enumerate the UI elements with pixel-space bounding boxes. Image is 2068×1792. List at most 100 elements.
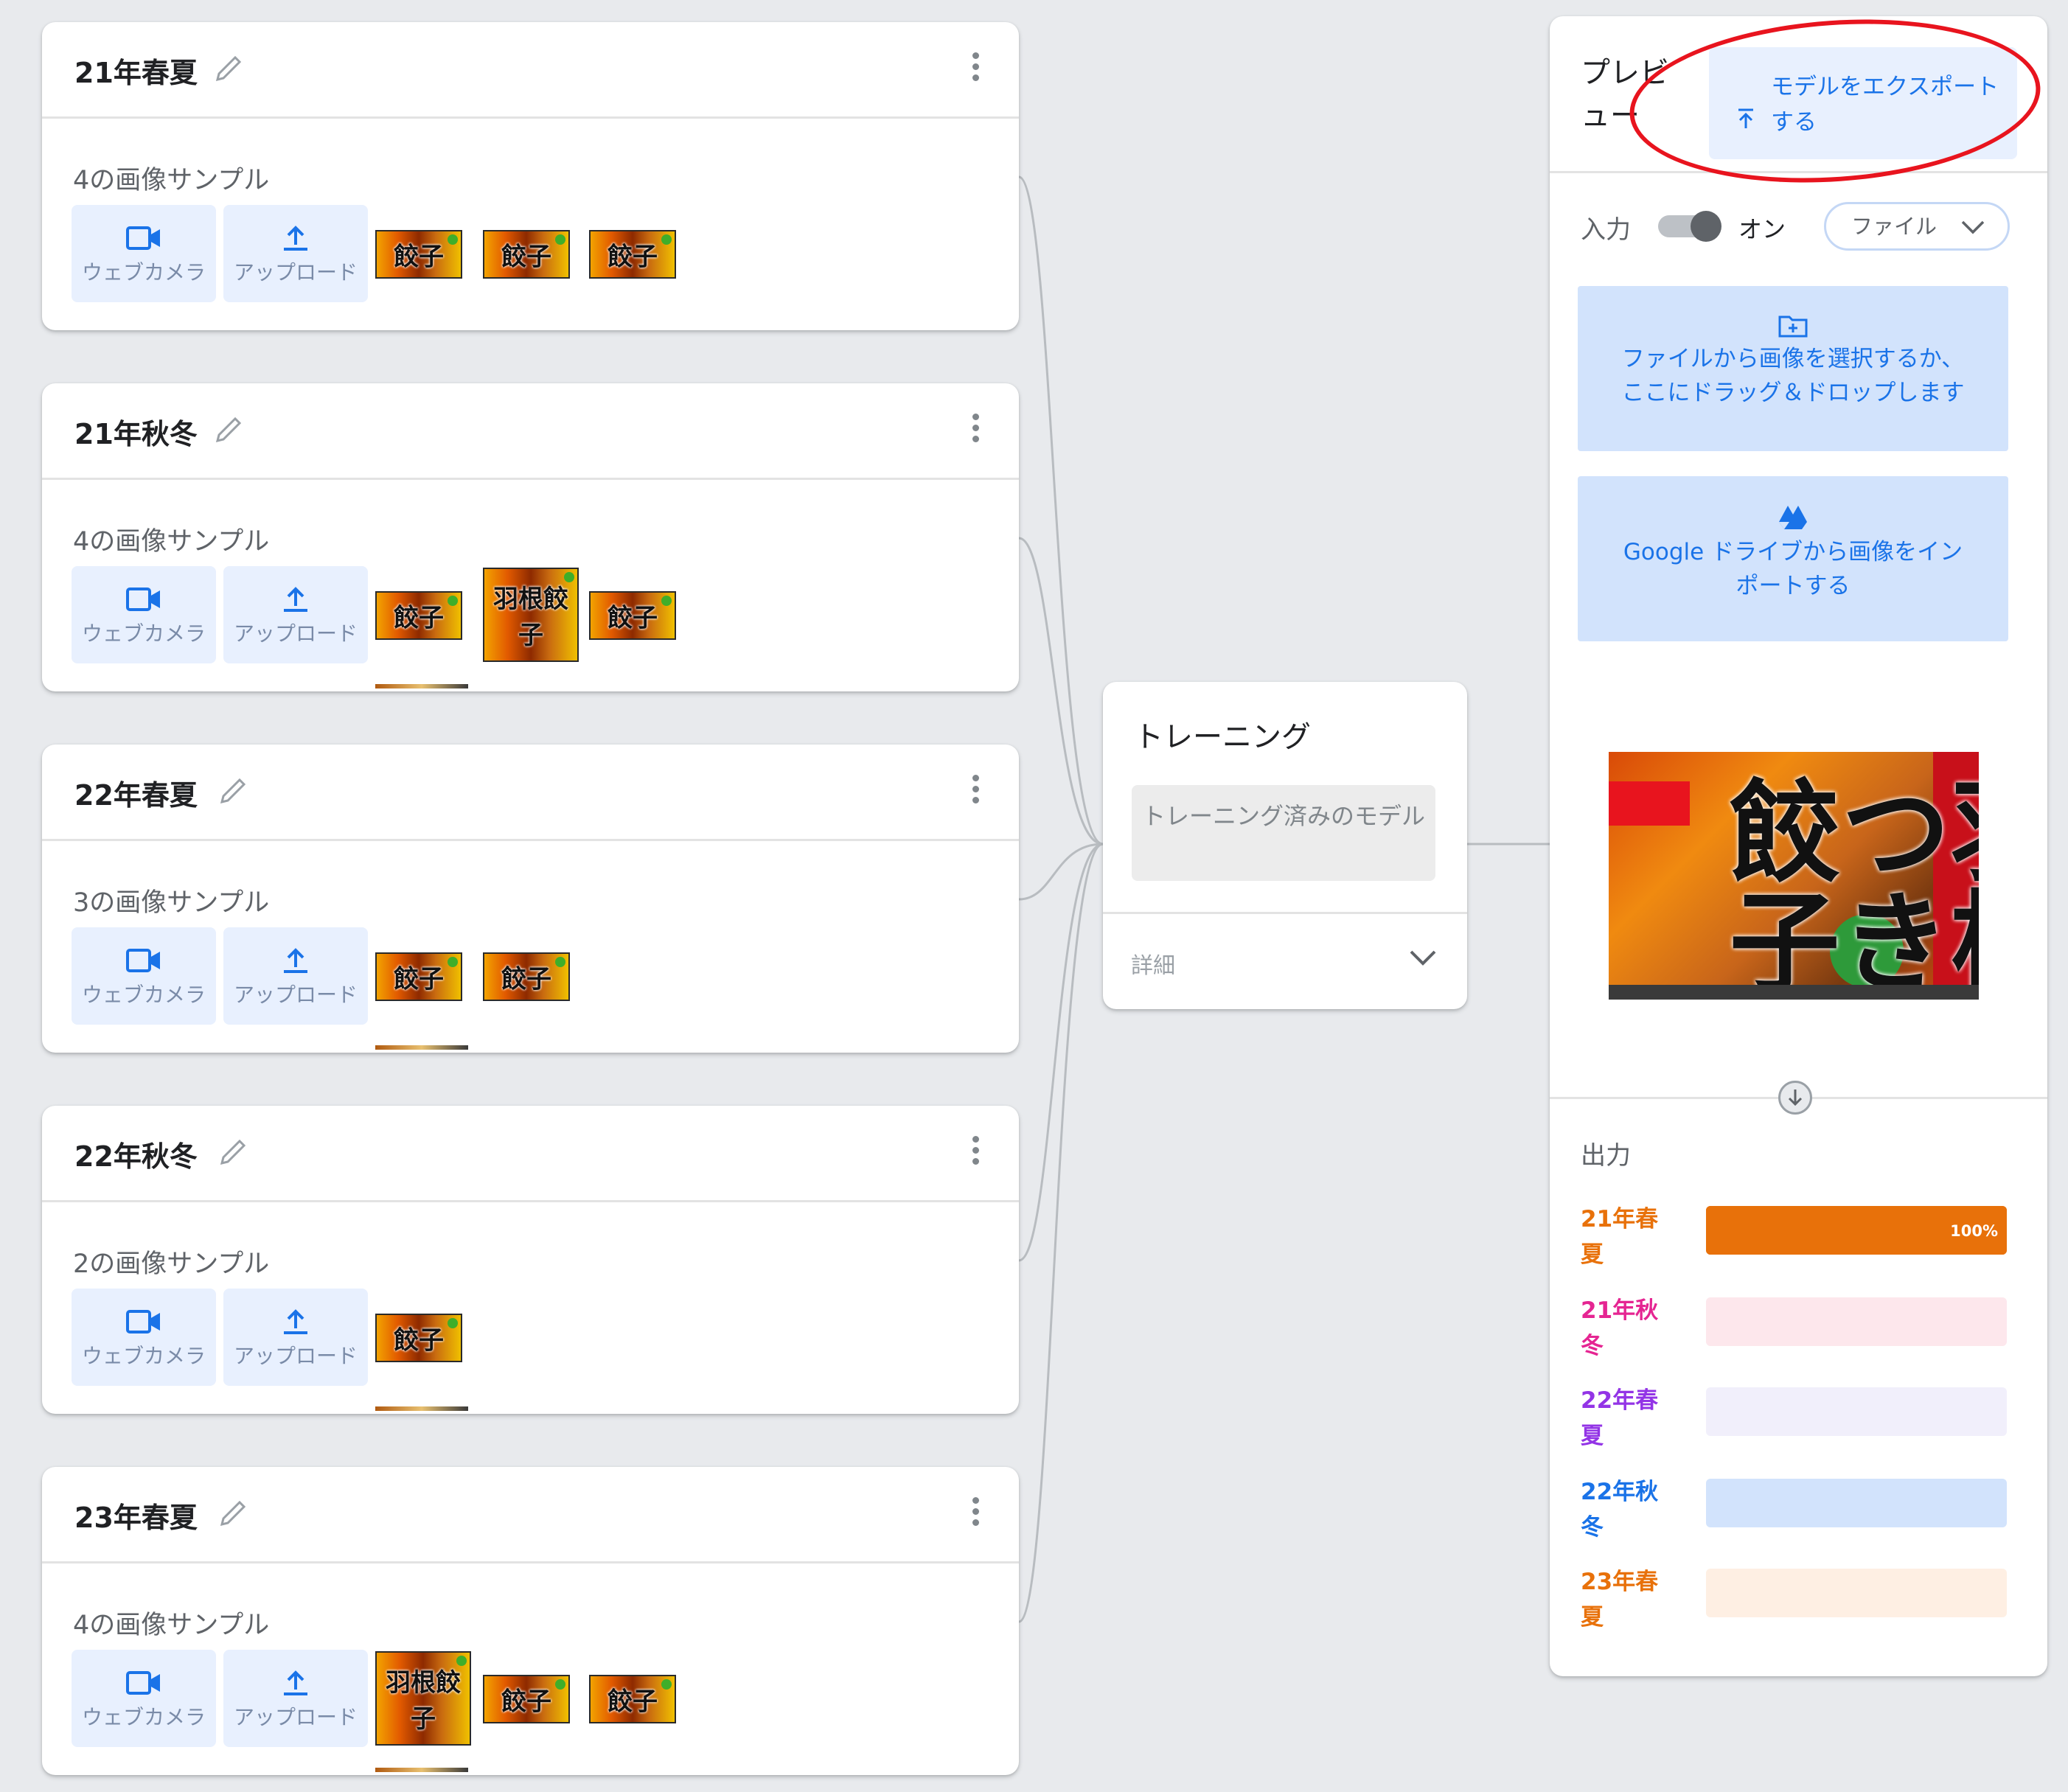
thumb-text: 餃子 <box>394 603 444 633</box>
webcam-label: ウェブカメラ <box>81 621 206 646</box>
upload-label: アップロード <box>233 1705 358 1729</box>
sample-thumbnail[interactable]: 餃子 <box>589 591 676 640</box>
thumbnail-scroll-strip <box>375 1045 468 1050</box>
sample-thumbnail[interactable]: 羽根餃子 <box>375 1651 471 1746</box>
thumb-text: 餃子 <box>394 964 444 994</box>
class-card: 23年春夏 4の画像サンプル ウェブカメラ アップロード 羽根餃子 餃子 餃子 <box>42 1467 1019 1775</box>
sample-count: 4の画像サンプル <box>73 1611 270 1640</box>
webcam-label: ウェブカメラ <box>81 260 206 285</box>
more-vert-icon[interactable] <box>970 1493 981 1538</box>
sample-count: 3の画像サンプル <box>73 888 270 918</box>
pencil-icon[interactable] <box>216 774 250 808</box>
videocam-icon <box>126 226 160 250</box>
sample-count: 4の画像サンプル <box>73 166 270 195</box>
output-class-name: 23年春夏 <box>1581 1569 1659 1631</box>
export-model-label: モデルをエクスポートする <box>1771 74 1999 136</box>
source-select-value: ファイル <box>1851 214 1938 239</box>
sample-thumbnail[interactable]: 餃子 <box>483 952 570 1001</box>
sample-thumbnail[interactable]: 餃子 <box>375 952 462 1001</box>
pencil-icon[interactable] <box>212 413 246 447</box>
sample-thumbnail[interactable]: 餃子 <box>589 230 676 279</box>
sample-thumbnail[interactable]: 餃子 <box>375 1314 462 1362</box>
sample-thumbnail[interactable]: 餃子 <box>483 230 570 279</box>
thumb-text: 餃子 <box>607 242 658 272</box>
class-card: 22年秋冬 2の画像サンプル ウェブカメラ アップロード 餃子 <box>42 1106 1019 1414</box>
upload-icon <box>284 226 307 251</box>
webcam-button[interactable]: ウェブカメラ <box>72 566 216 663</box>
more-vert-icon[interactable] <box>970 1132 981 1176</box>
upload-button[interactable]: アップロード <box>223 566 368 663</box>
class-header: 22年秋冬 <box>42 1106 1019 1202</box>
confidence-bar <box>1706 1479 2007 1527</box>
sample-thumbnail[interactable]: 餃子 <box>483 1675 570 1723</box>
class-title[interactable]: 22年春夏 <box>74 773 198 813</box>
class-title[interactable]: 22年秋冬 <box>74 1134 198 1174</box>
sample-thumbnail[interactable]: 餃子 <box>375 591 462 640</box>
webcam-button[interactable]: ウェブカメラ <box>72 927 216 1025</box>
preview-panel: プレビュー モデルをエクスポートする 入力 オン ファイル ファイルから画像を選… <box>1550 16 2047 1676</box>
output-class-name: 21年春夏 <box>1581 1206 1659 1268</box>
input-toggle[interactable] <box>1658 211 1721 242</box>
drive-import-button[interactable]: Google ドライブから画像をインポートする <box>1578 476 2008 641</box>
class-title[interactable]: 23年春夏 <box>74 1495 198 1535</box>
upload-arrow-icon <box>1738 108 1753 128</box>
pencil-icon[interactable] <box>216 1135 250 1169</box>
thumb-text: 餃子 <box>394 1325 444 1356</box>
videocam-icon <box>126 1310 160 1333</box>
more-vert-icon[interactable] <box>970 410 981 454</box>
upload-button[interactable]: アップロード <box>223 927 368 1025</box>
webcam-label: ウェブカメラ <box>81 983 206 1007</box>
thumb-text: 餃子 <box>394 242 444 272</box>
class-header: 23年春夏 <box>42 1467 1019 1563</box>
thumb-text: 羽根餃子 <box>493 585 568 650</box>
class-title[interactable]: 21年秋冬 <box>74 411 198 452</box>
thumb-text: 羽根餃子 <box>386 1668 461 1734</box>
train-model-button[interactable]: トレーニング済みのモデル <box>1132 785 1435 881</box>
class-card: 22年春夏 3の画像サンプル ウェブカメラ アップロード 餃子 餃子 <box>42 745 1019 1053</box>
sample-thumbnail[interactable]: 羽根餃子 <box>483 568 579 662</box>
image-bottom-bar <box>1609 985 1979 1000</box>
image-product-text: 羽根つき餃子 <box>1710 774 1979 995</box>
more-vert-icon[interactable] <box>970 771 981 815</box>
input-label: 入力 <box>1581 215 1631 245</box>
upload-label: アップロード <box>233 983 358 1007</box>
pencil-icon[interactable] <box>212 52 246 86</box>
videocam-icon <box>126 1671 160 1695</box>
upload-button[interactable]: アップロード <box>223 205 368 302</box>
thumb-text: 餃子 <box>501 242 551 272</box>
chevron-down-icon[interactable] <box>1408 946 1438 969</box>
upload-button[interactable]: アップロード <box>223 1289 368 1386</box>
thumbnail-scroll-strip <box>375 1406 468 1411</box>
file-drop-zone[interactable]: ファイルから画像を選択するか、ここにドラッグ＆ドロップします <box>1578 286 2008 451</box>
source-select[interactable]: ファイル <box>1824 202 2010 251</box>
class-header: 21年春夏 <box>42 22 1019 119</box>
confidence-bar: 100% <box>1706 1206 2007 1255</box>
sample-count: 4の画像サンプル <box>73 527 270 557</box>
webcam-button[interactable]: ウェブカメラ <box>72 1289 216 1386</box>
confidence-percent: 100% <box>1950 1222 1998 1240</box>
class-header: 21年秋冬 <box>42 383 1019 480</box>
advanced-label[interactable]: 詳細 <box>1131 947 1175 980</box>
upload-label: アップロード <box>233 1344 358 1368</box>
thumbnail-scroll-strip <box>375 684 468 688</box>
pencil-icon[interactable] <box>216 1496 250 1530</box>
export-model-button[interactable]: モデルをエクスポートする <box>1709 47 2017 159</box>
class-card: 21年春夏 4の画像サンプル ウェブカメラ アップロード 餃子 餃子 餃子 <box>42 22 1019 330</box>
webcam-button[interactable]: ウェブカメラ <box>72 1650 216 1747</box>
confidence-bar <box>1706 1569 2007 1617</box>
output-class-name: 22年秋冬 <box>1581 1479 1659 1541</box>
class-card: 21年秋冬 4の画像サンプル ウェブカメラ アップロード 餃子 羽根餃子 餃子 <box>42 383 1019 691</box>
output-class-name: 22年春夏 <box>1581 1387 1659 1449</box>
toggle-knob <box>1691 211 1721 242</box>
folder-add-icon <box>1778 315 1808 338</box>
upload-button[interactable]: アップロード <box>223 1650 368 1747</box>
thumb-text: 餃子 <box>607 1687 658 1717</box>
upload-label: アップロード <box>233 621 358 646</box>
sample-thumbnail[interactable]: 餃子 <box>375 230 462 279</box>
class-title[interactable]: 21年春夏 <box>74 50 198 91</box>
drive-import-label: Google ドライブから画像をインポートする <box>1623 539 1963 599</box>
toggle-state-label: オン <box>1738 215 1786 243</box>
sample-thumbnail[interactable]: 餃子 <box>589 1675 676 1723</box>
more-vert-icon[interactable] <box>970 49 981 93</box>
webcam-button[interactable]: ウェブカメラ <box>72 205 216 302</box>
